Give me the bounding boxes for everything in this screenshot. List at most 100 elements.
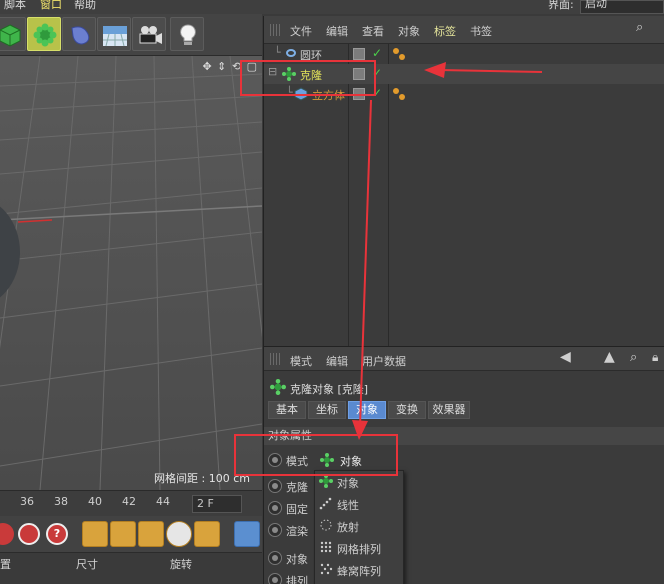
panel-grip-icon[interactable] (270, 353, 282, 365)
cloner-icon (270, 379, 286, 395)
camera-icon (139, 26, 162, 44)
timeline-tick: 40 (88, 495, 102, 508)
move-tool-button[interactable] (82, 521, 108, 547)
tab-effectors[interactable]: 效果器 (428, 401, 470, 419)
property-radio[interactable] (268, 479, 282, 493)
viewport-scene (0, 56, 262, 490)
property-radio[interactable] (268, 523, 282, 537)
property-radio[interactable] (268, 501, 282, 515)
timeline-tick: 36 (20, 495, 34, 508)
cube-button[interactable] (0, 17, 26, 51)
cloner-icon (319, 474, 333, 488)
dropdown-item-honeycomb[interactable]: 蜂窝阵列 (315, 559, 403, 581)
menu-tags[interactable]: 标签 (434, 23, 456, 39)
light-button[interactable] (170, 17, 204, 51)
menu-user-data[interactable]: 用户数据 (362, 353, 406, 369)
panel-grip-icon[interactable] (270, 24, 282, 36)
menu-bar: 脚本 窗口 帮助 界面: 启动 (0, 0, 664, 14)
dropdown-item-radial[interactable]: 放射 (315, 515, 403, 537)
property-label-object: 对象 (286, 553, 308, 566)
back-arrow-icon[interactable]: ◀ (560, 349, 571, 365)
param-button[interactable] (166, 521, 192, 547)
tab-coord[interactable]: 坐标 (308, 401, 346, 419)
coord-size-label: 尺寸 (76, 558, 98, 571)
attribute-title: 克隆对象 [克隆] (290, 383, 369, 396)
torus-icon (286, 49, 296, 57)
property-label-clone: 克隆 (286, 481, 308, 494)
property-label-arrange: 排列 (286, 575, 308, 584)
main-toolbar (0, 14, 262, 56)
timeline[interactable]: 36 38 40 42 44 2 F (0, 490, 262, 516)
transport-bar: ? (0, 516, 262, 552)
tag-icon[interactable] (392, 87, 406, 101)
linear-icon (319, 497, 332, 510)
dropdown-label: 对象 (337, 477, 359, 490)
menu-help[interactable]: 帮助 (74, 0, 96, 12)
search-icon[interactable]: ⌕ (630, 350, 637, 365)
dropdown-label: 线性 (337, 499, 359, 512)
lock-icon[interactable]: 🔒︎ (652, 350, 658, 365)
film-icon[interactable] (234, 521, 260, 547)
layer-swatch[interactable] (353, 48, 365, 60)
property-label-render: 渲染 (286, 525, 308, 538)
property-label-fixed: 固定 (286, 503, 308, 516)
menu-mode[interactable]: 模式 (290, 353, 312, 369)
floor-icon (103, 26, 127, 47)
tab-basic[interactable]: 基本 (268, 401, 306, 419)
autokey-button[interactable] (18, 523, 40, 545)
deformer-button[interactable] (62, 17, 96, 51)
dropdown-label: 网格排列 (337, 543, 381, 556)
menu-window[interactable]: 窗口 (40, 0, 62, 12)
tab-transform[interactable]: 变换 (388, 401, 426, 419)
light-icon (180, 24, 196, 45)
radial-icon (320, 519, 332, 531)
record-button[interactable] (0, 523, 14, 545)
property-radio[interactable] (268, 551, 282, 565)
menu-edit[interactable]: 编辑 (326, 23, 348, 39)
cloner-icon (33, 23, 57, 47)
menu-bookmarks[interactable]: 书签 (470, 23, 492, 39)
pointer-icon[interactable]: ▲ (604, 349, 615, 365)
dropdown-label: 放射 (337, 521, 359, 534)
cloner-button[interactable] (27, 17, 61, 51)
menu-object[interactable]: 对象 (398, 23, 420, 39)
scale-tool-button[interactable] (110, 521, 136, 547)
dropdown-item-linear[interactable]: 线性 (315, 493, 403, 515)
coord-position-label: 置 (0, 558, 11, 571)
menu-view[interactable]: 查看 (362, 23, 384, 39)
coordinates-header: 置 尺寸 旋转 (0, 552, 262, 584)
timeline-tick: 44 (156, 495, 170, 508)
grid-tool-button[interactable] (194, 521, 220, 547)
3d-viewport[interactable]: ✥ ⇕ ⟲ ▢ 网格间距 : 100 cm (0, 56, 262, 490)
help-keyframe-icon[interactable]: ? (46, 523, 68, 545)
attribute-manager-menu: 模式 编辑 用户数据 ◀ ▲ ⌕ 🔒︎ (264, 347, 664, 371)
grid-array-icon (320, 541, 332, 553)
dropdown-item-grid[interactable]: 网格排列 (315, 537, 403, 559)
timeline-tick: 42 (122, 495, 136, 508)
mode-dropdown-menu: 对象 线性 放射 网格排列 蜂窝阵列 (314, 470, 404, 584)
tree-line: └ (274, 46, 281, 59)
interface-value: 启动 (585, 0, 607, 10)
annotation-box-cloner (240, 60, 376, 96)
tab-object[interactable]: 对象 (348, 401, 386, 419)
dropdown-label: 蜂窝阵列 (337, 565, 381, 578)
camera-button[interactable] (132, 17, 166, 51)
menu-script[interactable]: 脚本 (4, 0, 26, 12)
honeycomb-icon (320, 563, 333, 575)
object-manager-menu: 文件 编辑 查看 对象 标签 书签 ⌕ (264, 16, 664, 44)
coord-rotation-label: 旋转 (170, 558, 192, 571)
menu-file[interactable]: 文件 (290, 23, 312, 39)
current-frame-field[interactable]: 2 F (192, 495, 242, 513)
tag-icon[interactable] (392, 47, 406, 61)
timeline-tick: 38 (54, 495, 68, 508)
floor-button[interactable] (97, 17, 131, 51)
search-icon[interactable]: ⌕ (636, 20, 643, 35)
cube-icon (0, 24, 21, 47)
enabled-check[interactable]: ✓ (372, 46, 382, 60)
interface-select[interactable]: 启动 (580, 0, 664, 14)
annotation-box-mode (234, 434, 398, 476)
menu-edit[interactable]: 编辑 (326, 353, 348, 369)
rotate-tool-button[interactable] (138, 521, 164, 547)
interface-label: 界面: (548, 0, 574, 11)
property-radio[interactable] (268, 573, 282, 584)
